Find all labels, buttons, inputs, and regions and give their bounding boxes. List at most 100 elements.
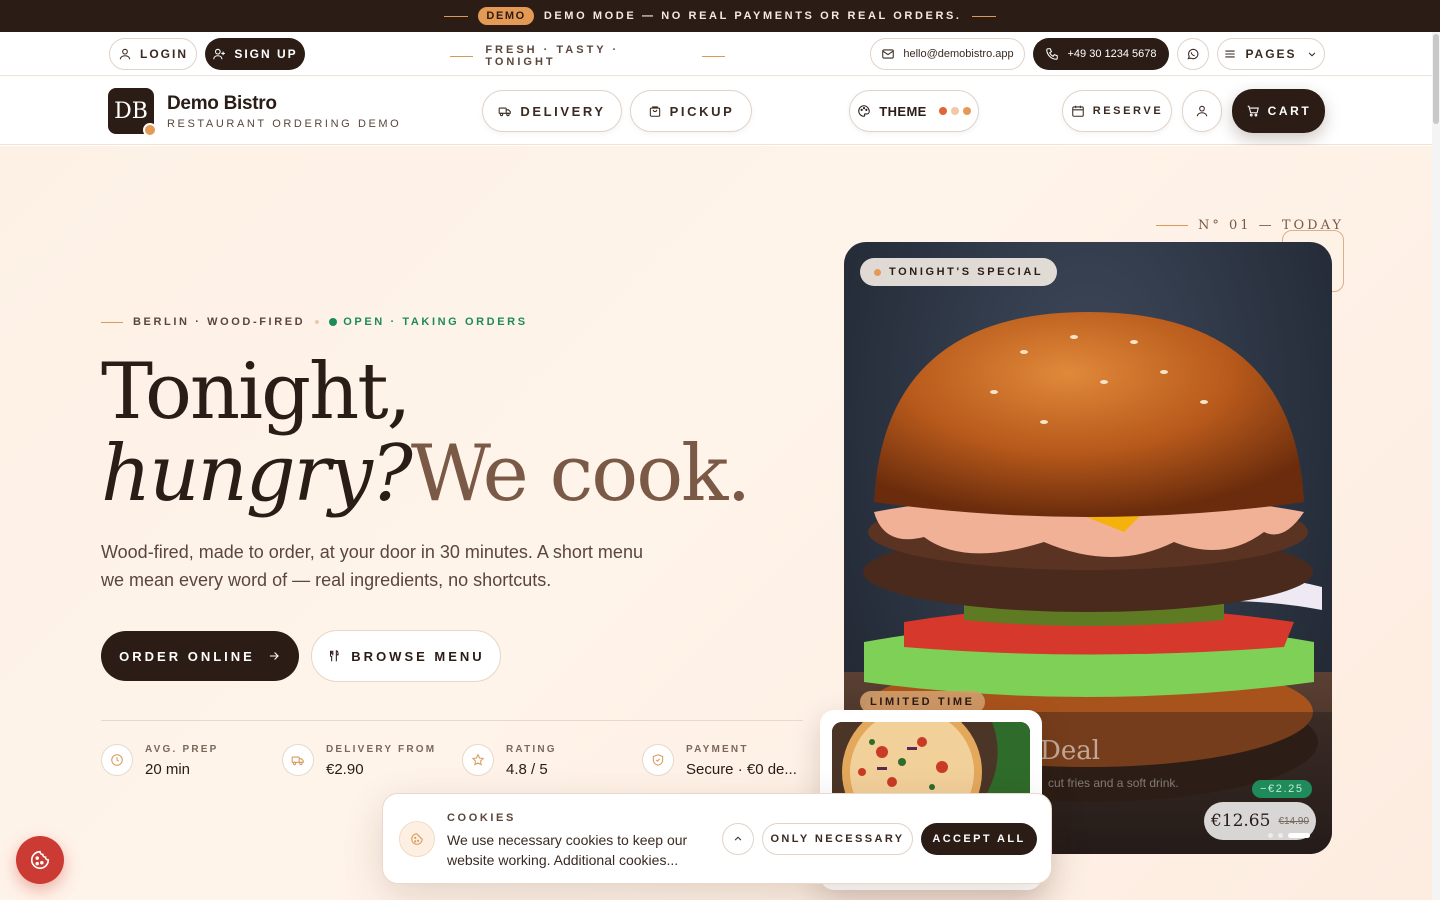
calendar-icon — [1071, 104, 1085, 118]
pages-label: PAGES — [1245, 47, 1297, 61]
theme-dot — [950, 107, 959, 115]
pizza-image — [832, 722, 1030, 802]
deal-description: cut fries and a soft drink. — [1048, 776, 1179, 790]
accept-all-button[interactable]: ACCEPT ALL — [921, 823, 1037, 855]
carousel-dot[interactable] — [1268, 833, 1273, 838]
whatsapp-icon — [1186, 47, 1200, 61]
cart-label: CART — [1267, 104, 1312, 118]
pizza-illustration — [832, 722, 1030, 802]
location-label: BERLIN · WOOD-FIRED — [133, 316, 306, 328]
page-scrollbar[interactable] — [1432, 32, 1440, 900]
brand-name[interactable]: Demo Bistro — [167, 93, 277, 115]
decorative-line — [971, 15, 996, 17]
carousel-dot-active[interactable] — [1288, 833, 1310, 838]
headline-accent: We cook. — [410, 429, 751, 519]
pages-dropdown[interactable]: PAGES — [1217, 38, 1325, 70]
whatsapp-button[interactable] — [1177, 38, 1209, 70]
user-plus-icon — [212, 47, 226, 61]
logo-status-dot — [143, 123, 157, 137]
price-old: €14.90 — [1278, 815, 1310, 827]
hero-lead: Wood-fired, made to order, at your door … — [101, 542, 643, 590]
cookie-title: COOKIES — [447, 812, 516, 824]
star-icon — [462, 744, 494, 776]
scrollbar-thumb[interactable] — [1433, 34, 1439, 124]
headline-line-1: Tonight, — [101, 347, 411, 437]
deal-title: Deal — [1040, 736, 1101, 766]
browse-menu-button[interactable]: BROWSE MENU — [311, 630, 501, 682]
clock-icon — [101, 744, 133, 776]
cookie-text: We use necessary cookies to keep our web… — [447, 832, 688, 868]
stat-rating: RATING 4.8 / 5 — [462, 744, 557, 778]
reserve-label: RESERVE — [1092, 105, 1164, 117]
stat-value: 20 min — [145, 761, 191, 778]
badge-dot — [874, 268, 881, 276]
theme-switcher[interactable]: THEME — [849, 90, 979, 132]
utensils-icon — [327, 649, 341, 663]
decorative-line — [450, 55, 474, 57]
phone-label: +49 30 1234 5678 — [1067, 48, 1157, 60]
mail-icon — [881, 47, 895, 61]
only-necessary-button[interactable]: ONLY NECESSARY — [762, 823, 913, 855]
stat-value: Secure · €0 de... — [686, 761, 797, 778]
stat-payment: PAYMENT Secure · €0 de... — [642, 744, 797, 778]
theme-color-dots — [938, 107, 971, 115]
phone-button[interactable]: +49 30 1234 5678 — [1033, 38, 1169, 70]
reserve-button[interactable]: RESERVE — [1062, 90, 1172, 132]
theme-label: THEME — [879, 103, 927, 119]
chevron-up-icon — [731, 832, 745, 846]
theme-dot — [962, 107, 971, 115]
special-badge-label: TONIGHT'S SPECIAL — [889, 266, 1044, 278]
signup-button[interactable]: SIGN UP — [205, 38, 305, 70]
order-online-label: ORDER ONLINE — [119, 648, 255, 664]
pickup-label: PICKUP — [669, 103, 735, 119]
email-label: hello@demobistro.app — [903, 48, 1014, 60]
hero-headline: Tonight, hungry?We cook. — [101, 347, 751, 515]
user-icon — [1195, 104, 1209, 118]
decorative-line — [701, 55, 725, 57]
carousel-dots — [1268, 833, 1310, 838]
login-label: LOGIN — [140, 47, 188, 61]
discount-badge: −€2.25 — [1252, 780, 1312, 798]
menu-icon — [1223, 47, 1237, 61]
pickup-button[interactable]: PICKUP — [630, 90, 752, 132]
cookie-settings-button[interactable] — [16, 836, 64, 884]
cookie-banner: COOKIES We use necessary cookies to keep… — [382, 793, 1052, 884]
stat-avg-prep: AVG. PREP 20 min — [101, 744, 219, 778]
stat-label: RATING — [506, 744, 557, 755]
truck-icon — [282, 744, 314, 776]
main-header: DB Demo Bistro RESTAURANT ORDERING DEMO … — [0, 77, 1440, 145]
cookie-expand-button[interactable] — [722, 823, 754, 855]
palette-icon — [857, 104, 871, 118]
stat-value: €2.90 — [326, 761, 364, 778]
stats-divider — [101, 720, 803, 721]
delivery-button[interactable]: DELIVERY — [482, 90, 622, 132]
stat-label: DELIVERY FROM — [326, 744, 437, 755]
hero-eyebrow: BERLIN · WOOD-FIRED OPEN · TAKING ORDERS — [101, 316, 528, 328]
hero-section: BERLIN · WOOD-FIRED OPEN · TAKING ORDERS… — [0, 146, 1440, 900]
stat-label: PAYMENT — [686, 744, 749, 755]
tagline-text: FRESH · TASTY · TONIGHT — [485, 44, 620, 68]
delivery-label: DELIVERY — [520, 103, 606, 119]
carousel-dot[interactable] — [1278, 833, 1283, 838]
special-badge: TONIGHT'S SPECIAL — [860, 258, 1058, 286]
signup-label: SIGN UP — [234, 47, 298, 61]
bag-icon — [648, 104, 662, 118]
user-icon — [118, 47, 132, 61]
account-button[interactable] — [1182, 90, 1222, 132]
shield-icon — [642, 744, 674, 776]
order-online-button[interactable]: ORDER ONLINE — [101, 631, 299, 681]
chevron-down-icon — [1305, 47, 1319, 61]
status-dot — [329, 318, 338, 326]
decorative-line — [101, 321, 123, 323]
cart-icon — [1246, 104, 1260, 118]
browse-menu-label: BROWSE MENU — [351, 648, 485, 664]
truck-icon — [498, 104, 512, 118]
login-button[interactable]: LOGIN — [109, 38, 197, 70]
cart-button[interactable]: CART — [1232, 89, 1325, 133]
stat-label: AVG. PREP — [145, 744, 219, 755]
arrow-right-icon — [267, 649, 281, 663]
email-link[interactable]: hello@demobistro.app — [870, 38, 1025, 70]
demo-announcement-bar: DEMO DEMO MODE — NO REAL PAYMENTS OR REA… — [0, 0, 1440, 32]
utility-bar: LOGIN SIGN UP FRESH · TASTY · TONIGHT he… — [0, 32, 1440, 76]
stat-value: 4.8 / 5 — [506, 761, 548, 778]
